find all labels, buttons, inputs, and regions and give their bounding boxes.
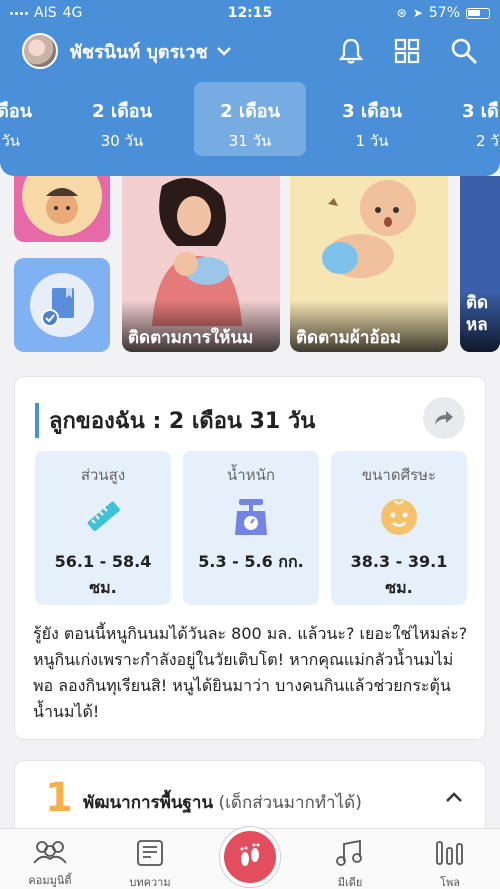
ruler-icon <box>83 497 123 537</box>
baby-tip-text: รู้ยัง ตอนนี้หนูกินนมได้วันละ 800 มล. แล… <box>33 624 468 721</box>
book-check-icon <box>30 273 94 337</box>
nav-articles[interactable]: บทความ <box>110 829 190 889</box>
feature-card-label: ติดตามการให้นม <box>122 300 280 352</box>
baby-face-icon <box>22 176 102 236</box>
feature-cards: ติดตามการให้นม ติดตามผ้าอ้อม ติด หล <box>0 176 500 356</box>
community-icon <box>33 841 67 864</box>
development-title: พัฒนาการพื้นฐาน <box>83 793 214 813</box>
footprint-icon <box>240 843 260 866</box>
app-header: AIS 4G 12:15 ⊛ ➤ 57% พัชรนินท์ บุตรเวช ด… <box>0 0 500 176</box>
share-icon <box>435 411 453 425</box>
metric-value: 38.3 - 39.1 <box>350 552 448 571</box>
baby-head-icon <box>379 497 419 537</box>
metric-unit: ซม. <box>385 578 413 597</box>
feeding-tracker-card[interactable]: ติดตามการให้นม <box>122 176 280 352</box>
development-subtitle: (เด็กส่วนมากทำได้) <box>218 793 362 813</box>
article-icon <box>137 840 163 866</box>
scale-icon <box>231 497 271 537</box>
metric-unit: ซม. <box>89 578 117 597</box>
metric-value: 56.1 - 58.4 <box>54 552 152 571</box>
chevron-up-icon[interactable] <box>445 787 463 808</box>
age-tab-strip[interactable]: เดือน วัน 2 เดือน 30 วัน 2 เดือน 31 วัน … <box>0 82 500 158</box>
records-card[interactable] <box>14 258 110 352</box>
age-tab[interactable]: 3 เดื 2 วั <box>440 82 500 156</box>
chevron-down-icon[interactable] <box>216 42 232 61</box>
nav-label: โพล <box>440 876 460 889</box>
nav-label: บทความ <box>129 876 171 889</box>
nav-media[interactable]: มีเดีย <box>310 829 390 889</box>
age-tab[interactable]: 2 เดือน 30 วัน <box>66 82 178 156</box>
bell-icon[interactable] <box>338 37 364 65</box>
profile-name[interactable]: พัชรนินท์ บุตรเวช <box>70 37 208 66</box>
metric-label: ส่วนสูง <box>80 466 126 484</box>
status-bar: AIS 4G 12:15 ⊛ ➤ 57% <box>0 0 500 26</box>
weight-metric-card: น้ำหนัก 5.3 - 5.6 กก. <box>183 451 319 605</box>
panel-title: ลูกของฉัน : 2 เดือน 31 วัน <box>35 403 315 438</box>
grid-icon[interactable] <box>394 38 420 64</box>
nav-community[interactable]: คอมมูนิตี้ <box>10 829 90 889</box>
battery-icon <box>466 7 490 19</box>
footprint-button[interactable] <box>220 827 280 887</box>
metric-label: ขนาดศีรษะ <box>361 466 437 484</box>
development-number: 1 <box>45 775 73 821</box>
share-button[interactable] <box>423 397 465 439</box>
head-size-metric-card: ขนาดศีรษะ 38.3 - 39.1 ซม. <box>331 451 467 605</box>
metric-label: น้ำหนัก <box>227 466 275 484</box>
poll-icon <box>436 841 463 865</box>
age-tab[interactable]: 3 เดือน 1 วัน <box>316 82 428 156</box>
feature-card-label: ติดตามผ้าอ้อม <box>290 300 448 352</box>
search-icon[interactable] <box>450 37 478 65</box>
next-feature-card[interactable]: ติด หล <box>460 176 500 352</box>
age-tab[interactable]: เดือน วัน <box>0 82 50 156</box>
feature-card-label: ติด หล <box>460 292 500 352</box>
music-icon <box>336 839 362 866</box>
baby-info-panel: ลูกของฉัน : 2 เดือน 31 วัน ส่วนสูง 56.1 … <box>14 376 486 740</box>
baby-tracker-card[interactable] <box>14 176 110 242</box>
age-tab-active[interactable]: 2 เดือน 31 วัน <box>194 82 306 156</box>
bottom-nav: คอมมูนิตี้ บทความ มีเดีย โพล <box>0 827 500 889</box>
clock: 12:15 <box>227 5 273 21</box>
metric-value: 5.3 - 5.6 กก. <box>198 552 304 571</box>
nav-label: มีเดีย <box>337 876 363 889</box>
height-metric-card: ส่วนสูง 56.1 - 58.4 ซม. <box>35 451 171 605</box>
diaper-tracker-card[interactable]: ติดตามผ้าอ้อม <box>290 176 448 352</box>
avatar[interactable] <box>22 33 58 69</box>
nav-label: คอมมูนิตี้ <box>28 874 72 887</box>
nav-poll[interactable]: โพล <box>410 829 490 889</box>
